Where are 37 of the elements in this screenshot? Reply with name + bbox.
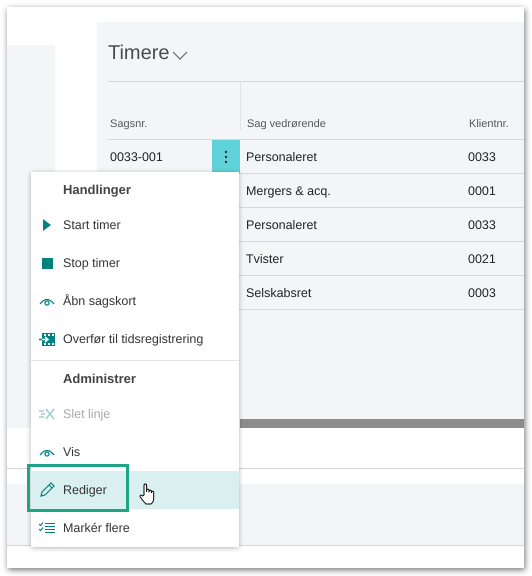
menu-item[interactable]: Åbn sagskort <box>31 282 239 320</box>
menu-item[interactable]: Markér flere <box>31 509 239 547</box>
table-cell: 0001 <box>468 184 496 198</box>
menu-item[interactable]: Start timer <box>31 206 239 244</box>
play-icon <box>42 219 52 231</box>
menu-item[interactable]: Stop timer <box>31 244 239 282</box>
film-transfer-icon <box>39 332 55 346</box>
table-cell: 0033 <box>468 218 496 232</box>
delete-line-icon <box>39 408 55 420</box>
chevron-down-icon[interactable] <box>172 51 188 60</box>
hand-cursor-icon <box>139 483 157 505</box>
column-header[interactable]: Sagsnr. <box>110 118 148 130</box>
checklist-icon <box>39 522 55 534</box>
row-menu-button[interactable] <box>212 140 240 174</box>
menu-item[interactable]: Overfør til tidsregistrering <box>31 320 239 358</box>
table-cell: 0033 <box>468 150 496 164</box>
pencil-icon <box>39 482 55 498</box>
table-cell: 0021 <box>468 252 496 266</box>
menu-item[interactable]: Rediger <box>31 471 239 509</box>
table-cell: Personaleret <box>246 150 317 164</box>
table-cell: Mergers & acq. <box>246 184 331 198</box>
more-icon <box>224 150 228 164</box>
stop-icon <box>42 258 52 268</box>
table-cell: Tvister <box>246 252 284 266</box>
menu-item[interactable]: Vis <box>31 433 239 471</box>
table-cell: 0003 <box>468 286 496 300</box>
menu-section-header: Administrer <box>63 370 136 386</box>
column-header[interactable]: Klientnr. <box>469 118 509 130</box>
card-title[interactable]: Timere <box>108 42 170 65</box>
table-cell: Selskabsret <box>246 286 312 300</box>
table-cell: Personaleret <box>246 218 317 232</box>
menu-section-header: Handlinger <box>63 182 131 196</box>
table-cell: 0033-001 <box>110 150 163 164</box>
column-header[interactable]: Sag vedrørende <box>247 118 326 130</box>
eye-icon <box>39 448 55 456</box>
eye-icon <box>39 296 55 306</box>
horizontal-scrollbar[interactable] <box>240 419 524 428</box>
